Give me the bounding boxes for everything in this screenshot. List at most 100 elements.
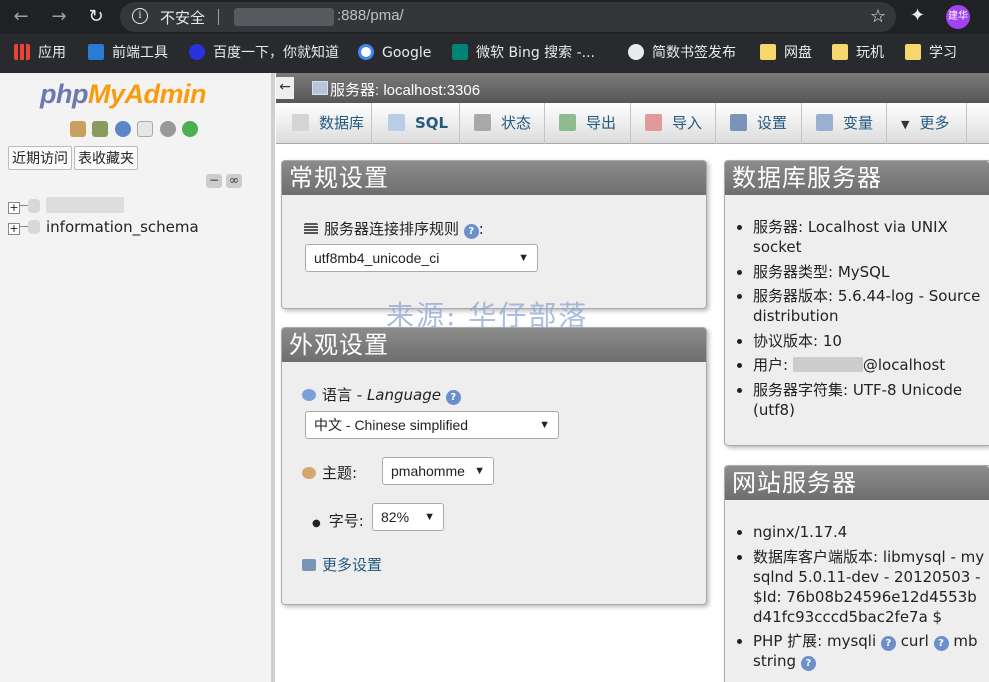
info-icon[interactable]: i [132,8,148,24]
bookmark-label: 学习 [929,45,957,61]
gear-icon[interactable] [159,121,176,137]
caret-down-icon: ▼ [901,118,910,131]
list-item: nginx/1.17.4 [753,522,985,542]
bookmark-folder-play[interactable]: 玩机 [832,43,884,63]
info-key: 服务器版本: [753,287,834,305]
list-icon [304,223,318,235]
forward-arrow-icon[interactable]: → [46,4,72,30]
browser-toolbar: ← → ↻ i 不安全 :888/pma/ ☆ ✦ 建华 [0,0,989,34]
avatar[interactable]: 建华 [946,5,970,29]
tab-import[interactable]: 导入 [631,103,716,144]
bing-icon [452,44,468,60]
font-size-select[interactable]: 82% ▼ [372,503,444,531]
tab-settings[interactable]: 设置 [716,103,802,144]
select-value: 中文 - Chinese simplified [314,417,469,433]
bookmark-apps[interactable]: 应用 [14,43,66,63]
docs-icon[interactable] [137,121,154,137]
logout-icon[interactable] [92,121,109,137]
home-icon[interactable] [70,121,86,137]
export-icon [559,114,576,131]
select-value: 82% [381,509,410,525]
bookmark-google[interactable]: Google [358,43,431,63]
language-icon [302,389,316,401]
theme-select[interactable]: pmahomme ▼ [382,457,494,485]
bookmark-star-icon[interactable]: ☆ [870,6,886,27]
bookmark-jianshu[interactable]: 简数书签发布 [628,43,736,63]
help-icon[interactable]: ? [463,224,479,239]
bullet: ● [312,518,321,529]
chevron-down-icon: ▼ [518,252,529,264]
expand-icon[interactable]: + [8,202,20,214]
tab-more[interactable]: ▼ 更多 [887,103,967,144]
chevron-down-icon: ▼ [539,419,550,431]
help-icon[interactable] [114,121,131,137]
tab-export[interactable]: 导出 [545,103,631,144]
url-text: :888/pma/ [337,7,404,24]
collapse-all-icon[interactable]: − [206,174,222,188]
chevron-down-icon: ▼ [474,465,485,477]
info-value: 数据库客户端版本: libmysql - mysqlnd 5.0.11-dev … [753,547,985,626]
bookmark-frontend-tools[interactable]: 前端工具 [88,43,168,63]
web-server-panel: 网站服务器 nginx/1.17.4 数据库客户端版本: libmysql - … [724,465,989,682]
panel-resizer[interactable] [271,73,275,682]
redacted-db-name [46,197,124,213]
database-icon [292,114,309,131]
list-item: 用户: @localhost [753,355,988,375]
tree-controls: − ∞ [206,172,246,188]
bookmark-label: 简数书签发布 [652,45,736,61]
list-item: 数据库客户端版本: libmysql - mysqlnd 5.0.11-dev … [753,547,985,627]
help-icon[interactable]: ? [800,656,816,671]
bookmark-label: 百度一下，你就知道 [213,45,339,61]
favorites-tab[interactable]: 表收藏夹 [74,146,138,170]
tab-label: 导出 [586,114,617,132]
bookmark-label: 前端工具 [112,45,168,61]
list-item: 服务器版本: 5.6.44-log - Source distribution [753,286,988,326]
recent-tab[interactable]: 近期访问 [8,146,72,170]
collation-select[interactable]: utf8mb4_unicode_ci ▼ [305,244,538,272]
bookmark-baidu[interactable]: 百度一下，你就知道 [189,43,339,63]
tab-sql[interactable]: SQL [372,103,460,144]
reload-icon[interactable] [182,121,199,137]
status-chart-icon [474,114,491,131]
extensions-icon[interactable]: ✦ [910,5,925,26]
help-icon[interactable]: ? [933,636,949,651]
link-icon[interactable]: ∞ [226,174,242,188]
info-key: 服务器: [753,218,804,236]
db-tree-item[interactable]: + [8,197,124,217]
language-select[interactable]: 中文 - Chinese simplified ▼ [305,411,559,439]
db-tree-item[interactable]: + information_schema [8,218,199,238]
help-icon[interactable]: ? [445,390,461,405]
reload-icon[interactable]: ↻ [83,4,109,30]
tab-databases[interactable]: 数据库 [276,103,372,144]
bookmark-folder-netdisk[interactable]: 网盘 [760,43,812,63]
theme-label-row: 主题: [302,462,357,483]
back-arrow-icon[interactable]: ← [8,4,34,30]
help-icon[interactable]: ? [880,636,896,651]
tab-label: 数据库 [319,114,365,132]
folder-icon [832,44,848,60]
tab-status[interactable]: 状态 [460,103,545,144]
general-settings-panel: 常规设置 服务器连接排序规则 ?: utf8mb4_unicode_ci ▼ [281,160,707,309]
tab-label: SQL [415,114,449,132]
logo-my: My [87,79,125,109]
collapse-nav-icon[interactable]: ← [276,77,294,99]
info-value: @localhost [862,356,946,374]
bookmark-label: 玩机 [856,45,884,61]
info-key: 协议版本: [753,331,819,350]
divider [218,9,219,25]
database-server-panel: 数据库服务器 服务器: Localhost via UNIX socket 服务… [724,160,989,446]
expand-icon[interactable]: + [8,223,20,235]
db-name[interactable]: information_schema [46,218,199,236]
bookmark-label: 微软 Bing 搜索 -... [476,45,596,61]
panel-title: 常规设置 [282,161,706,195]
bookmark-folder-study[interactable]: 学习 [905,43,957,63]
wrench-icon [730,114,747,131]
tab-variables[interactable]: 变量 [802,103,887,144]
more-settings-link[interactable]: 更多设置 [302,554,382,575]
phpmyadmin-logo[interactable]: phpMyAdmin [40,79,206,110]
select-value: pmahomme [391,463,465,479]
bookmark-bing[interactable]: 微软 Bing 搜索 -... [452,43,595,63]
address-bar[interactable]: i 不安全 :888/pma/ ☆ [120,2,896,32]
db-server-info-list: 服务器: Localhost via UNIX socket 服务器类型: My… [753,217,988,424]
server-title[interactable]: 服务器: localhost:3306 [330,79,480,100]
